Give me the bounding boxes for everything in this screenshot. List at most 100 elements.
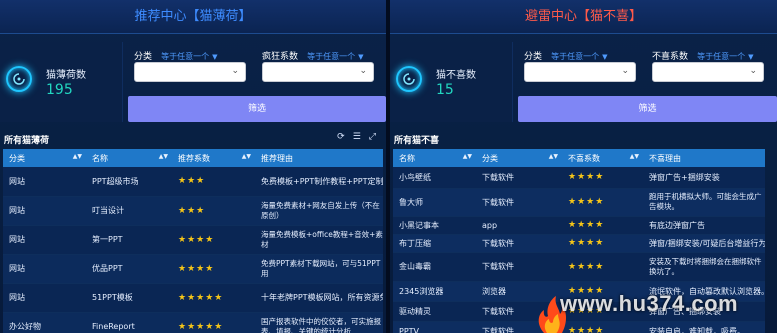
catnip-count-card: 猫薄荷数 195 <box>0 42 123 122</box>
recommend-panel: 推荐中心【猫薄荷】 猫薄荷数 195 分类 等于任意一个 ▼ ⌄ 疯狂系数 等于任… <box>0 0 386 333</box>
dislike-index-filter-label: 不喜系数 <box>652 52 689 62</box>
column-settings-icon[interactable]: ☰ <box>353 132 361 142</box>
category-filter: 分类 等于任意一个 ▼ <box>134 44 218 63</box>
sort-icon: ▲▼ <box>629 153 639 160</box>
table-header-row: 名称 ▲▼ 分类 ▲▼ 不喜系数 ▲▼ 不喜理由 <box>393 149 765 167</box>
dislike-index-select[interactable]: ⌄ <box>652 62 764 82</box>
cell-name: 小鸟壁纸 <box>393 167 476 189</box>
category-select[interactable]: ⌄ <box>134 62 246 82</box>
chevron-down-icon: ⌄ <box>231 66 239 76</box>
cell-name: 鲁大师 <box>393 188 476 217</box>
table-header-row: 分类 ▲▼ 名称 ▲▼ 推荐系数 ▲▼ 推荐理由 <box>3 149 383 167</box>
radar-icon <box>396 66 422 92</box>
dislike-index-match-selector[interactable]: 等于任意一个 <box>697 51 745 62</box>
filter-button[interactable]: 筛选 <box>518 96 777 122</box>
cell-name: PPTV <box>393 321 476 333</box>
cell-name: 优品PPT <box>86 254 172 284</box>
cell-rating: ★★★★ <box>562 167 643 189</box>
category-match-selector[interactable]: 等于任意一个 <box>161 51 209 62</box>
cell-rating: ★★★★ <box>172 225 255 255</box>
cell-category: 办公好物 <box>3 312 86 333</box>
radar-icon <box>6 66 32 92</box>
column-header-category[interactable]: 分类 ▲▼ <box>3 149 86 167</box>
sort-icon: ▲▼ <box>548 153 558 160</box>
crazy-index-select[interactable]: ⌄ <box>262 62 374 82</box>
sort-icon: ▲▼ <box>241 153 251 160</box>
cell-rating: ★★★★ <box>562 188 643 217</box>
table-row[interactable]: 鲁大师 下载软件 ★★★★ 跑用于机横拟大师。可能会生成广告模块。 <box>393 188 765 217</box>
cell-reason: 国产报表软件中的佼佼者，可实施报表、填报、关键的统计分析 <box>255 312 383 333</box>
column-header-name[interactable]: 名称 ▲▼ <box>393 149 476 167</box>
table-row[interactable]: 小黑记事本 app ★★★★ 有底边弹窗广告 <box>393 216 765 235</box>
sort-icon: ▲▼ <box>462 153 472 160</box>
category-filter: 分类 等于任意一个 ▼ <box>524 44 608 63</box>
catnip-table: 分类 ▲▼ 名称 ▲▼ 推荐系数 ▲▼ 推荐理由 网站 PPT超级市场 ★★★ 免费模板+P… <box>3 149 383 333</box>
dislike-count-label: 猫不喜数 <box>436 70 476 81</box>
column-header-reason[interactable]: 推荐理由 <box>255 149 383 167</box>
catnip-count-label: 猫薄荷数 <box>46 70 86 81</box>
table-row[interactable]: 金山毒霸 下载软件 ★★★★ 安装及下载时将捆绑会在捆绑软件换坑了。 <box>393 252 765 282</box>
table-row[interactable]: 网站 PPT超级市场 ★★★ 免费模板+PPT制作教程+PPT定制 <box>3 167 383 197</box>
caret-down-icon[interactable]: ▼ <box>602 53 607 61</box>
table-row[interactable]: 小鸟壁纸 下载软件 ★★★★ 弹窗广告+捆绑安装 <box>393 167 765 189</box>
cell-rating: ★★★★★ <box>172 312 255 333</box>
filter-area: 分类 等于任意一个 ▼ ⌄ 疯狂系数 等于任意一个 ▼ ⌄ <box>128 42 386 92</box>
cell-name: 驱动精灵 <box>393 301 476 322</box>
refresh-icon[interactable]: ⟳ <box>337 132 345 142</box>
crazy-index-match-selector[interactable]: 等于任意一个 <box>307 51 355 62</box>
cell-name: 2345浏览器 <box>393 281 476 302</box>
crazy-index-filter-label: 疯狂系数 <box>262 52 299 62</box>
category-select[interactable]: ⌄ <box>524 62 636 82</box>
table-row[interactable]: 网站 51PPT模板 ★★★★★ 十年老牌PPT模板网站，所有资源免费 <box>3 283 383 313</box>
table-row[interactable]: 网站 第一PPT ★★★★ 海量免费模板+office教程+音效+素材 <box>3 225 383 255</box>
cell-category: 网站 <box>3 225 86 255</box>
column-header-reason[interactable]: 不喜理由 <box>643 149 765 167</box>
cell-category: 网站 <box>3 196 86 226</box>
cell-reason: 十年老牌PPT模板网站，所有资源免费 <box>255 283 383 313</box>
category-match-selector[interactable]: 等于任意一个 <box>551 51 599 62</box>
sort-icon: ▲▼ <box>158 153 168 160</box>
cell-category: 网站 <box>3 254 86 284</box>
watermark-text: www.hu374.com <box>560 291 739 316</box>
cell-category: 网站 <box>3 167 86 197</box>
avoid-title: 避雷中心【猫不喜】 <box>390 0 777 34</box>
table-row[interactable]: 办公好物 FineReport ★★★★★ 国产报表软件中的佼佼者，可实施报表、填报、… <box>3 312 383 333</box>
category-filter-label: 分类 <box>524 52 543 62</box>
column-header-name[interactable]: 名称 ▲▼ <box>86 149 172 167</box>
cell-name: 51PPT模板 <box>86 283 172 313</box>
avoid-panel: 避雷中心【猫不喜】 猫不喜数 15 分类 等于任意一个 ▼ ⌄ 不喜系数 等于任意… <box>390 0 777 333</box>
cell-rating: ★★★★ <box>172 254 255 284</box>
cell-category: 下载软件 <box>476 188 562 217</box>
caret-down-icon[interactable]: ▼ <box>748 53 753 61</box>
caret-down-icon[interactable]: ▼ <box>212 53 217 61</box>
dislike-list-title: 所有猫不喜 <box>394 136 440 146</box>
table-row[interactable]: PPTV 下载软件 ★★★★ 安装自启，难卸载，吸费。 <box>393 321 765 333</box>
cell-category: 下载软件 <box>476 234 562 253</box>
expand-icon[interactable]: ⤢ <box>369 132 376 142</box>
cell-name: 金山毒霸 <box>393 252 476 282</box>
cell-category: 下载软件 <box>476 167 562 189</box>
filter-button[interactable]: 筛选 <box>128 96 386 122</box>
cell-reason: 免费模板+PPT制作教程+PPT定制 <box>255 167 383 197</box>
cell-name: 小黑记事本 <box>393 216 476 235</box>
column-header-category[interactable]: 分类 ▲▼ <box>476 149 562 167</box>
cell-rating: ★★★★ <box>562 234 643 253</box>
column-header-rating[interactable]: 不喜系数 ▲▼ <box>562 149 643 167</box>
cell-reason: 安装及下载时将捆绑会在捆绑软件换坑了。 <box>643 252 765 282</box>
table-row[interactable]: 布丁压缩 下载软件 ★★★★ 弹窗/捆绑安装/可疑后台增益行为 <box>393 234 765 253</box>
table-row[interactable]: 网站 优品PPT ★★★★ 免费PPT素材下载网站，可与51PPT用 <box>3 254 383 284</box>
cell-reason: 海量免费素材+网友自发上传（不在原创） <box>255 196 383 226</box>
sort-icon: ▲▼ <box>72 153 82 160</box>
crazy-index-filter: 疯狂系数 等于任意一个 ▼ <box>262 44 364 63</box>
cell-reason: 海量免费模板+office教程+音效+素材 <box>255 225 383 255</box>
table-row[interactable]: 网站 叮当设计 ★★★ 海量免费素材+网友自发上传（不在原创） <box>3 196 383 226</box>
cell-name: 布丁压缩 <box>393 234 476 253</box>
cell-name: 第一PPT <box>86 225 172 255</box>
catnip-count-value: 195 <box>46 82 73 98</box>
catnip-list-title: 所有猫薄荷 <box>4 136 50 146</box>
dislike-count-value: 15 <box>436 82 454 98</box>
column-header-rating[interactable]: 推荐系数 ▲▼ <box>172 149 255 167</box>
caret-down-icon[interactable]: ▼ <box>358 53 363 61</box>
cell-rating: ★★★ <box>172 196 255 226</box>
dislike-count-card: 猫不喜数 15 <box>390 42 513 122</box>
